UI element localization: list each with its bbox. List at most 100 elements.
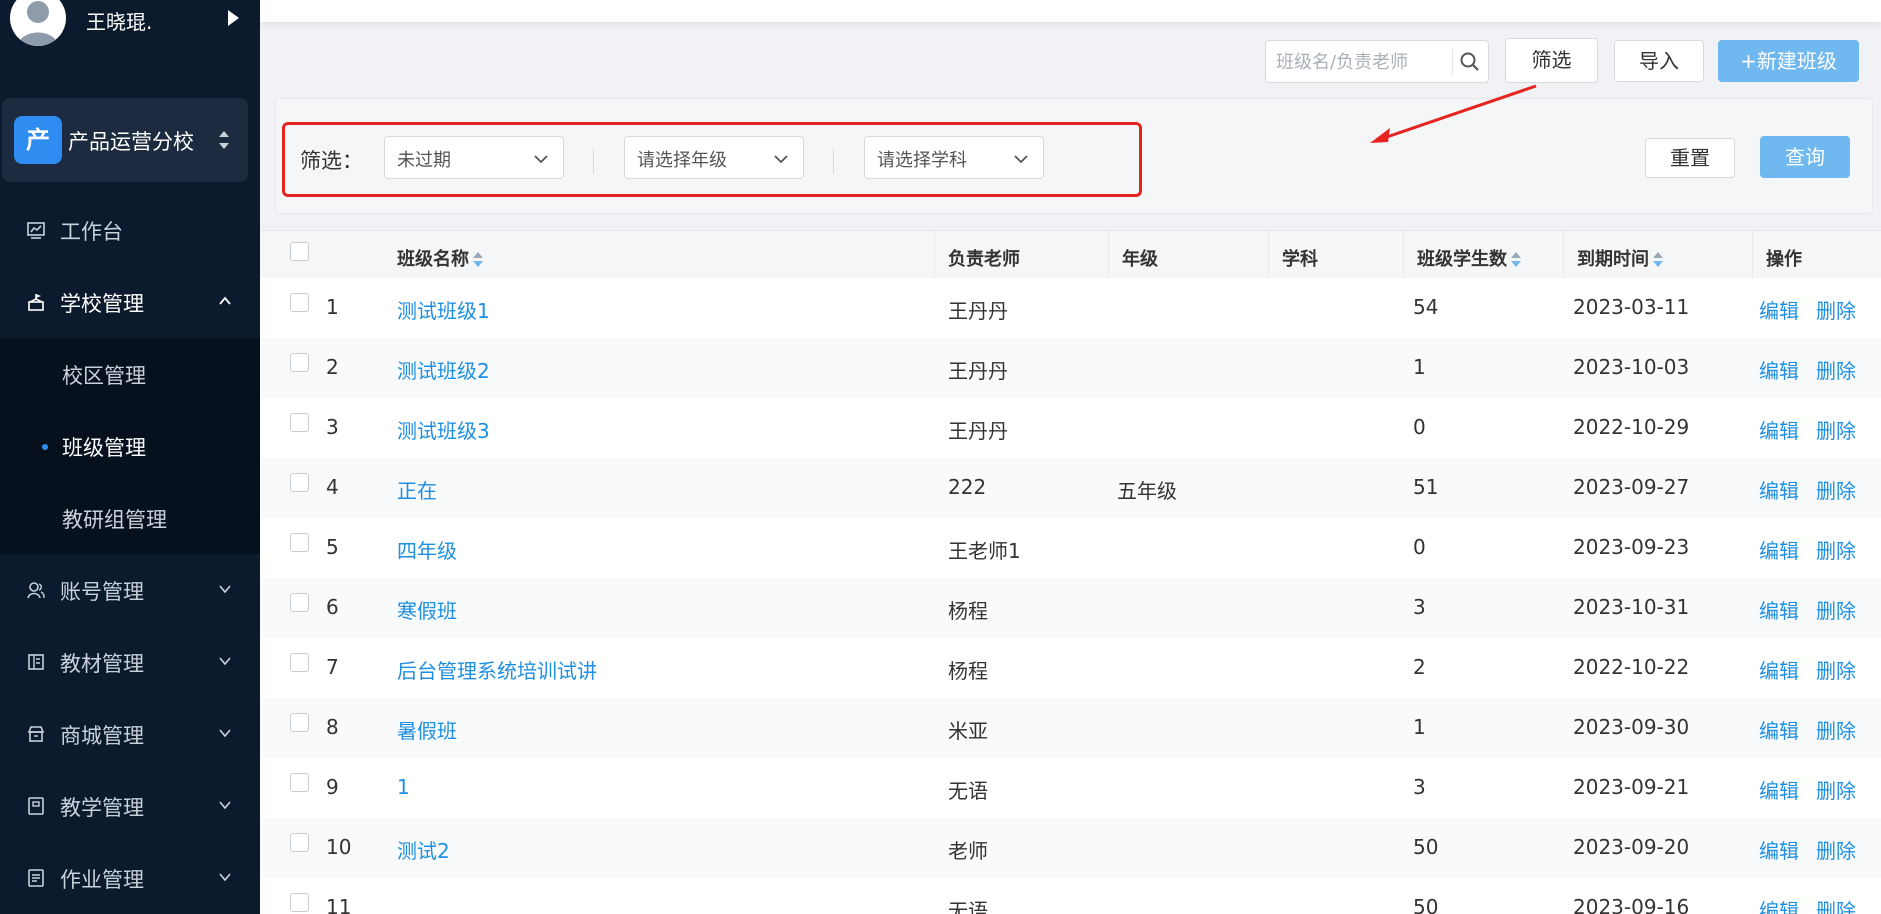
teacher-cell: 无语 — [948, 899, 988, 914]
expire-cell: 2023-09-20 — [1573, 835, 1690, 859]
edit-link[interactable]: 编辑 — [1759, 295, 1799, 324]
new-class-button[interactable]: +新建班级 — [1718, 40, 1859, 82]
row-checkbox[interactable] — [290, 413, 309, 432]
sidebar-item-label: 班级管理 — [62, 436, 146, 460]
sort-icon[interactable] — [473, 252, 483, 268]
col-header-expire[interactable]: 到期时间 — [1577, 245, 1663, 271]
edit-link[interactable]: 编辑 — [1759, 415, 1799, 444]
col-header-students[interactable]: 班级学生数 — [1417, 245, 1521, 271]
select-all-checkbox[interactable] — [290, 242, 309, 261]
class-name-link[interactable]: 测试班级2 — [397, 355, 490, 384]
col-header-expire-label: 到期时间 — [1577, 249, 1649, 270]
delete-link[interactable]: 删除 — [1816, 535, 1856, 564]
nav-teaching-mgmt[interactable]: 教学管理 — [0, 776, 260, 836]
edit-link[interactable]: 编辑 — [1759, 655, 1799, 684]
caret-right-icon[interactable] — [228, 10, 239, 26]
edit-link[interactable]: 编辑 — [1759, 895, 1799, 914]
edit-link[interactable]: 编辑 — [1759, 475, 1799, 504]
col-header-subject: 学科 — [1282, 249, 1318, 270]
nav-workbench[interactable]: 工作台 — [0, 200, 260, 260]
table-row: 3 测试班级3 王丹丹 0 2022-10-29 编辑 删除 — [260, 398, 1881, 458]
nav-account-mgmt[interactable]: 账号管理 — [0, 560, 260, 620]
col-header-ops: 操作 — [1766, 249, 1802, 270]
expire-cell: 2023-10-03 — [1573, 355, 1690, 379]
row-checkbox[interactable] — [290, 893, 309, 912]
reset-button[interactable]: 重置 — [1645, 138, 1735, 178]
delete-link[interactable]: 删除 — [1816, 475, 1856, 504]
class-name-link[interactable]: 暑假班 — [397, 715, 457, 744]
class-name-link[interactable]: 1 — [397, 775, 410, 799]
import-button[interactable]: 导入 — [1614, 40, 1704, 82]
class-name-link[interactable]: 测试2 — [397, 835, 450, 864]
delete-link[interactable]: 删除 — [1816, 835, 1856, 864]
filter-toggle-button[interactable]: 筛选 — [1505, 38, 1598, 83]
delete-link[interactable]: 删除 — [1816, 895, 1856, 914]
search-icon[interactable] — [1459, 51, 1481, 73]
nav-mall-mgmt[interactable]: 商城管理 — [0, 704, 260, 764]
sidebar-item-research-group[interactable]: 教研组管理 — [0, 482, 260, 554]
user-name: 王晓琨. — [86, 10, 153, 34]
edit-link[interactable]: 编辑 — [1759, 835, 1799, 864]
expire-cell: 2023-09-23 — [1573, 535, 1690, 559]
user-avatar-icon[interactable] — [10, 0, 66, 46]
delete-link[interactable]: 删除 — [1816, 775, 1856, 804]
edit-link[interactable]: 编辑 — [1759, 595, 1799, 624]
chevron-down-icon — [219, 657, 231, 666]
search-box[interactable] — [1265, 40, 1489, 83]
edit-link[interactable]: 编辑 — [1759, 355, 1799, 384]
class-name-link[interactable]: 四年级 — [397, 535, 457, 564]
school-switcher[interactable]: 产 产品运营分校 — [2, 98, 248, 182]
row-checkbox[interactable] — [290, 293, 309, 312]
row-checkbox[interactable] — [290, 593, 309, 612]
nav-textbook-label: 教材管理 — [60, 652, 144, 676]
row-checkbox[interactable] — [290, 533, 309, 552]
nav-account-label: 账号管理 — [60, 580, 144, 604]
class-name-link[interactable]: 后台管理系统培训试讲 — [397, 655, 597, 684]
sidebar-item-campus[interactable]: 校区管理 — [0, 338, 260, 410]
search-input[interactable] — [1276, 47, 1446, 77]
row-checkbox[interactable] — [290, 773, 309, 792]
expire-cell: 2023-10-31 — [1573, 595, 1690, 619]
class-name-link[interactable]: 测试班级1 — [397, 295, 490, 324]
class-name-link[interactable]: 正在 — [397, 475, 437, 504]
row-number: 4 — [326, 475, 339, 499]
edit-link[interactable]: 编辑 — [1759, 535, 1799, 564]
sort-icon[interactable] — [1511, 252, 1521, 268]
students-cell: 1 — [1413, 715, 1426, 739]
students-cell: 3 — [1413, 775, 1426, 799]
table-row: 8 暑假班 米亚 1 2023-09-30 编辑 删除 — [260, 698, 1881, 758]
nav-homework-label: 作业管理 — [60, 868, 144, 892]
delete-link[interactable]: 删除 — [1816, 295, 1856, 324]
delete-link[interactable]: 删除 — [1816, 655, 1856, 684]
edit-link[interactable]: 编辑 — [1759, 775, 1799, 804]
sidebar: 王晓琨. 产 产品运营分校 工作台 学校管理 校区管理 班级管理 教研组管理 账… — [0, 0, 260, 914]
delete-link[interactable]: 删除 — [1816, 355, 1856, 384]
user-header[interactable]: 王晓琨. — [0, 0, 260, 60]
delete-link[interactable]: 删除 — [1816, 595, 1856, 624]
row-checkbox[interactable] — [290, 353, 309, 372]
row-number: 8 — [326, 715, 339, 739]
students-cell: 0 — [1413, 415, 1426, 439]
row-checkbox[interactable] — [290, 713, 309, 732]
sort-icon[interactable] — [1653, 252, 1663, 268]
row-checkbox[interactable] — [290, 473, 309, 492]
query-button[interactable]: 查询 — [1760, 136, 1850, 178]
textbook-icon — [28, 654, 44, 670]
column-divider — [1563, 231, 1564, 279]
sidebar-item-class[interactable]: 班级管理 — [0, 410, 260, 482]
class-name-link[interactable]: 寒假班 — [397, 595, 457, 624]
nav-homework-mgmt[interactable]: 作业管理 — [0, 848, 260, 908]
delete-link[interactable]: 删除 — [1816, 415, 1856, 444]
annotation-highlight-box — [282, 122, 1142, 197]
column-divider — [1108, 231, 1109, 279]
class-name-link[interactable]: 测试班级3 — [397, 415, 490, 444]
nav-textbook-mgmt[interactable]: 教材管理 — [0, 632, 260, 692]
students-cell: 2 — [1413, 655, 1426, 679]
nav-school-mgmt[interactable]: 学校管理 — [0, 272, 260, 332]
delete-link[interactable]: 删除 — [1816, 715, 1856, 744]
row-checkbox[interactable] — [290, 653, 309, 672]
col-header-name[interactable]: 班级名称 — [397, 245, 483, 271]
edit-link[interactable]: 编辑 — [1759, 715, 1799, 744]
row-checkbox[interactable] — [290, 833, 309, 852]
table-row: 6 寒假班 杨程 3 2023-10-31 编辑 删除 — [260, 578, 1881, 638]
